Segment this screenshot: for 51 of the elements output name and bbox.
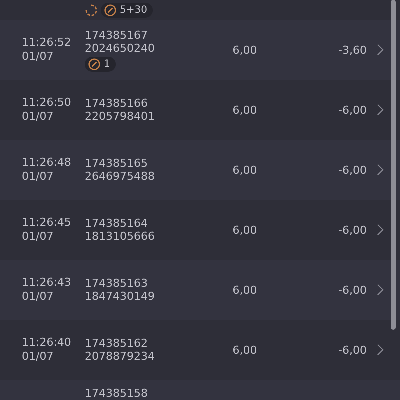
volume-value: 6,00: [232, 164, 258, 176]
ticket-number: 1813105666: [85, 230, 156, 243]
list-row[interactable]: 11:26:43 01/07 174385163 1847430149 6,00 -6,00: [0, 260, 400, 320]
order-number: 174385163: [85, 277, 149, 290]
volume-value: 6,00: [232, 44, 258, 56]
profit-value: -3,60: [338, 44, 368, 56]
volume-value: 6,00: [232, 104, 258, 116]
date-text: 01/07: [22, 50, 55, 64]
date-text: 01/07: [22, 110, 55, 124]
chevron-right-icon: [377, 284, 384, 296]
profit-value: -6,00: [338, 164, 368, 176]
order-number: 174385167: [85, 28, 149, 42]
date-text: 01/07: [22, 350, 55, 364]
time-text: 11:26:40: [22, 336, 72, 350]
ticket-number: 2078879234: [85, 350, 156, 363]
time-text: 11:26:50: [22, 96, 72, 110]
badge: 5+30: [101, 3, 154, 18]
badge: 1: [85, 56, 116, 72]
order-number: 174385165: [85, 157, 149, 170]
volume-value: 6,00: [232, 284, 258, 296]
time-text: 11:26:48: [22, 156, 72, 170]
order-number: 174385162: [85, 337, 149, 350]
list-row[interactable]: 11:26:52 01/07 174385167 2024650240 1 6,00 -3,60: [0, 20, 400, 80]
volume-value: 6,00: [232, 344, 258, 356]
ticket-number: 2646975488: [85, 170, 156, 183]
chevron-right-icon: [377, 104, 384, 116]
list-row[interactable]: 11:26:48 01/07 174385165 2646975488 6,00 -6,00: [0, 140, 400, 200]
scrollbar[interactable]: [391, 0, 396, 330]
time-text: 11:26:52: [22, 36, 72, 50]
chevron-right-icon: [377, 164, 384, 176]
date-text: 01/07: [22, 170, 55, 184]
list-row[interactable]: 174385158: [0, 380, 400, 400]
date-text: 01/07: [22, 290, 55, 304]
chevron-right-icon: [377, 44, 384, 56]
order-number: 174385166: [85, 97, 149, 110]
order-number: 174385164: [85, 217, 149, 230]
ticket-number: 2024650240: [85, 42, 156, 54]
ticket-number: 2205798401: [85, 110, 156, 123]
profit-value: -6,00: [338, 224, 368, 236]
chevron-right-icon: [377, 224, 384, 236]
date-text: 01/07: [22, 230, 55, 244]
profit-value: -6,00: [338, 344, 368, 356]
volume-value: 6,00: [232, 224, 258, 236]
ticket-number: 1847430149: [85, 290, 156, 303]
time-text: 11:26:43: [22, 276, 72, 290]
profit-value: -6,00: [338, 104, 368, 116]
chevron-right-icon: [377, 344, 384, 356]
order-number: 174385158: [85, 387, 149, 400]
spinner-icon: [85, 4, 98, 17]
time-text: 11:26:45: [22, 216, 72, 230]
profit-value: -6,00: [338, 284, 368, 296]
